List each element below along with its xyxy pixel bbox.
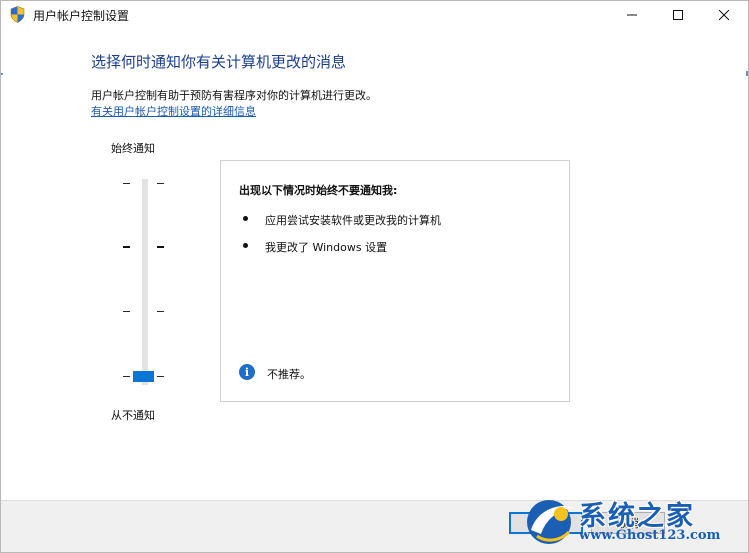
- uac-settings-window: 用户帐户控制设置 选择何时通知你有关计算机更改的消息 用户帐户控制有助于预防有害…: [0, 0, 749, 553]
- slider-track[interactable]: [142, 179, 148, 385]
- slider-tick: [157, 246, 164, 248]
- bullet-icon: [243, 216, 248, 221]
- close-button[interactable]: [701, 1, 747, 29]
- slider-tick: [157, 183, 164, 184]
- shield-icon: [10, 6, 25, 23]
- slider-thumb[interactable]: [133, 371, 154, 382]
- list-item: 应用尝试安装软件或更改我的计算机: [265, 214, 441, 227]
- maximize-button[interactable]: [655, 1, 701, 29]
- slider-tick: [123, 183, 130, 184]
- info-icon: i: [239, 364, 255, 380]
- slider-bottom-label: 从不通知: [111, 409, 155, 422]
- minimize-icon: [627, 14, 637, 16]
- slider-tick: [157, 311, 164, 312]
- info-panel: 出现以下情况时始终不要通知我: 应用尝试安装软件或更改我的计算机 我更改了 Wi…: [220, 160, 570, 402]
- title-bar[interactable]: 用户帐户控制设置: [1, 1, 748, 29]
- page-heading: 选择何时通知你有关计算机更改的消息: [91, 53, 347, 71]
- window-title: 用户帐户控制设置: [33, 9, 130, 23]
- page-description: 用户帐户控制有助于预防有害程序对你的计算机进行更改。: [91, 89, 377, 102]
- close-icon: [719, 10, 729, 20]
- list-item: 我更改了 Windows 设置: [265, 241, 388, 254]
- info-note: 不推荐。: [267, 368, 311, 381]
- info-panel-title: 出现以下情况时始终不要通知我:: [239, 184, 398, 197]
- slider-top-label: 始终通知: [111, 142, 155, 155]
- slider-tick: [157, 376, 164, 377]
- watermark-url: www.Ghost123.com: [579, 528, 721, 543]
- window-edge-mark: [746, 71, 748, 76]
- more-info-link[interactable]: 有关用户帐户控制设置的详细信息: [91, 103, 256, 119]
- watermark-logo-icon: [527, 500, 575, 544]
- window-edge-mark: [1, 73, 3, 75]
- maximize-icon: [673, 10, 683, 20]
- slider-tick: [123, 311, 130, 312]
- bullet-icon: [243, 243, 248, 248]
- minimize-button[interactable]: [609, 1, 655, 29]
- watermark: 系统之家 www.Ghost123.com: [523, 490, 745, 552]
- slider-tick: [123, 246, 130, 248]
- slider-tick: [123, 376, 130, 377]
